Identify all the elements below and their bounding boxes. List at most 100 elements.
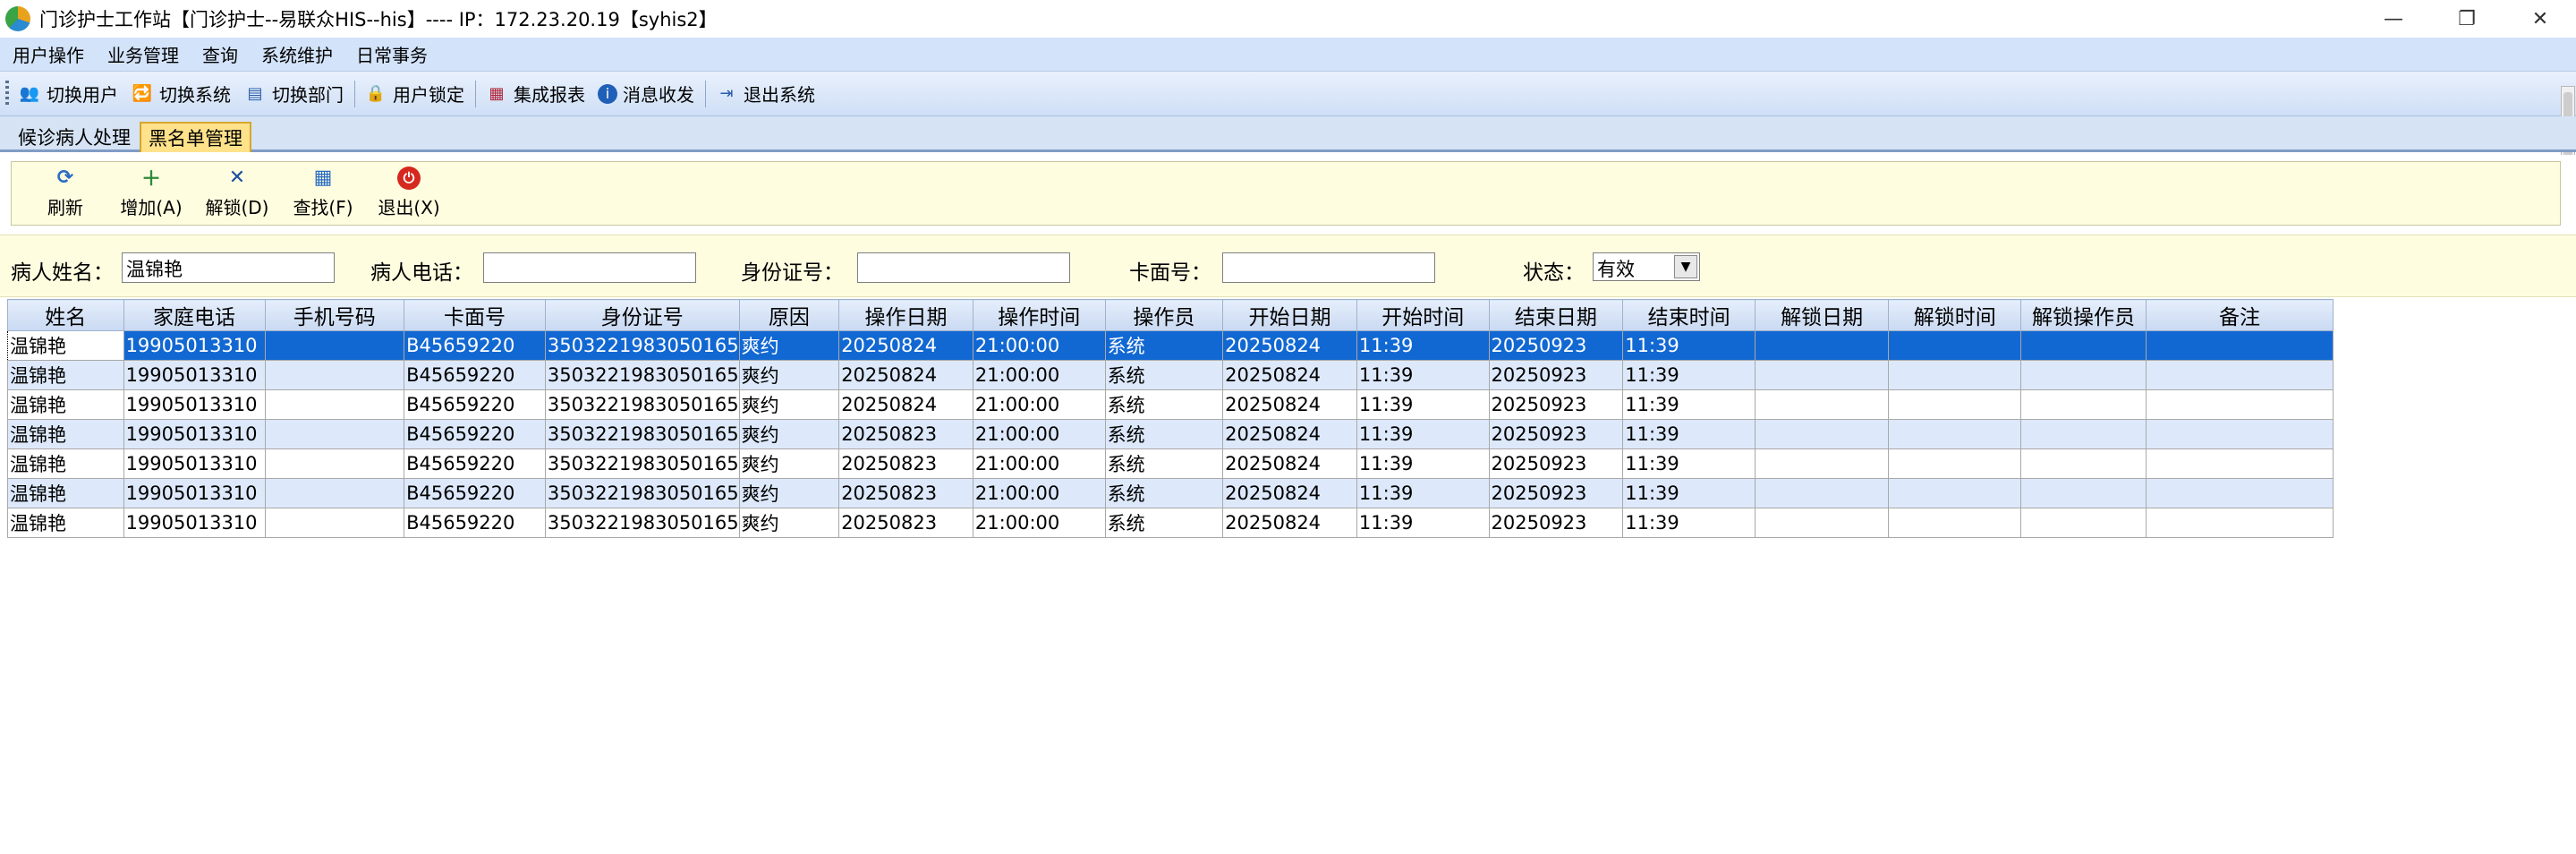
switch-system-button[interactable]: 🔁 切换系统 [131,81,231,107]
table-cell[interactable]: 21:00:00 [972,448,1106,479]
table-cell[interactable]: B45659220 [404,389,546,420]
column-header[interactable]: 结束日期 [1488,299,1624,331]
table-cell[interactable]: 爽约 [738,478,840,508]
table-cell[interactable] [1754,389,1890,420]
table-cell[interactable]: 系统 [1104,508,1224,538]
table-cell[interactable]: B45659220 [404,330,546,361]
table-cell[interactable]: 20250923 [1488,419,1624,449]
table-cell[interactable] [264,419,405,449]
table-cell[interactable] [2020,448,2147,479]
table-cell[interactable]: 19905013310 [123,360,266,390]
table-row[interactable]: 温锦艳 19905013310 B45659220 3503221983050165 爽… [7,360,2334,390]
table-cell[interactable]: 3503221983050165 [544,448,740,479]
table-cell[interactable] [2020,330,2147,361]
table-cell[interactable]: B45659220 [404,478,546,508]
table-cell[interactable]: 20250923 [1488,508,1624,538]
table-cell[interactable]: 11:39 [1622,360,1756,390]
exit-system-button[interactable]: ⇥ 退出系统 [715,81,815,107]
table-cell[interactable]: 温锦艳 [7,330,124,361]
restore-button[interactable]: ❐ [2430,0,2504,38]
table-cell[interactable]: 20250923 [1488,448,1624,479]
table-cell[interactable]: 20250823 [838,419,973,449]
table-row[interactable]: 温锦艳 19905013310 B45659220 3503221983050165 爽… [7,508,2334,538]
table-cell[interactable] [1754,360,1890,390]
table-cell[interactable] [2145,389,2334,420]
table-cell[interactable] [264,508,405,538]
menu-user-ops[interactable]: 用户操作 [13,41,84,67]
menu-daily[interactable]: 日常事务 [356,41,428,67]
table-cell[interactable]: 系统 [1104,448,1224,479]
table-cell[interactable]: 20250923 [1488,478,1624,508]
column-header[interactable]: 家庭电话 [123,299,266,331]
table-cell[interactable]: 温锦艳 [7,419,124,449]
table-cell[interactable]: 11:39 [1356,360,1490,390]
table-cell[interactable]: 11:39 [1356,448,1490,479]
unlock-button[interactable]: ✕ 解锁(D) [194,164,280,225]
table-cell[interactable]: 20250824 [838,330,973,361]
column-header[interactable]: 姓名 [7,299,124,331]
table-cell[interactable]: 11:39 [1356,478,1490,508]
table-cell[interactable]: B45659220 [404,448,546,479]
table-cell[interactable]: 20250824 [838,360,973,390]
table-cell[interactable] [2020,419,2147,449]
table-cell[interactable]: 11:39 [1622,478,1756,508]
chevron-down-icon[interactable]: ▼ [1674,255,1697,278]
column-header[interactable]: 操作员 [1104,299,1224,331]
table-cell[interactable]: 系统 [1104,419,1224,449]
table-cell[interactable]: 系统 [1104,360,1224,390]
tab-blacklist[interactable]: 黑名单管理 [140,122,251,152]
switch-dept-button[interactable]: ▤ 切换部门 [243,81,344,107]
status-select[interactable]: 有效 ▼ [1593,252,1700,281]
table-cell[interactable] [1754,448,1890,479]
column-header[interactable]: 开始时间 [1356,299,1490,331]
table-cell[interactable]: 20250823 [838,478,973,508]
tab-waiting-patients[interactable]: 候诊病人处理 [11,122,138,152]
find-button[interactable]: ▦ 查找(F) [280,164,366,225]
table-cell[interactable] [1888,419,2022,449]
table-cell[interactable]: 3503221983050165 [544,508,740,538]
table-cell[interactable] [1754,478,1890,508]
menu-query[interactable]: 查询 [202,41,238,67]
table-cell[interactable] [2020,389,2147,420]
table-cell[interactable]: 19905013310 [123,478,266,508]
table-cell[interactable] [264,478,405,508]
table-cell[interactable]: 20250824 [1222,360,1357,390]
table-cell[interactable]: 21:00:00 [972,360,1106,390]
message-button[interactable]: i 消息收发 [598,81,694,107]
table-cell[interactable]: 20250824 [1222,419,1357,449]
table-cell[interactable] [1754,419,1890,449]
switch-user-button[interactable]: 👥 切换用户 [18,81,118,107]
table-cell[interactable] [2145,448,2334,479]
table-cell[interactable]: 20250823 [838,448,973,479]
table-cell[interactable]: 21:00:00 [972,478,1106,508]
card-number-input[interactable] [1222,252,1435,283]
table-cell[interactable]: 11:39 [1622,419,1756,449]
table-cell[interactable]: 11:39 [1356,389,1490,420]
patient-phone-input[interactable] [483,252,696,283]
table-cell[interactable]: 温锦艳 [7,360,124,390]
close-button[interactable]: ✕ [2504,0,2576,38]
table-cell[interactable]: 19905013310 [123,508,266,538]
table-row[interactable]: 温锦艳 19905013310 B45659220 3503221983050165 爽… [7,389,2334,420]
column-header[interactable]: 解锁时间 [1888,299,2022,331]
table-cell[interactable]: 系统 [1104,389,1224,420]
table-cell[interactable] [264,389,405,420]
table-row[interactable]: 温锦艳 19905013310 B45659220 3503221983050165 爽… [7,330,2334,361]
toolbar-grip[interactable] [5,80,9,107]
table-cell[interactable]: 11:39 [1622,508,1756,538]
table-cell[interactable]: 20250824 [1222,389,1357,420]
table-cell[interactable] [2020,508,2147,538]
table-cell[interactable]: 20250824 [1222,448,1357,479]
table-cell[interactable]: 21:00:00 [972,330,1106,361]
table-cell[interactable]: 19905013310 [123,330,266,361]
column-header[interactable]: 卡面号 [404,299,546,331]
minimize-button[interactable]: — [2357,0,2430,38]
table-row[interactable]: 温锦艳 19905013310 B45659220 3503221983050165 爽… [7,448,2334,479]
table-cell[interactable]: 3503221983050165 [544,478,740,508]
table-cell[interactable] [2020,360,2147,390]
column-header[interactable]: 操作日期 [838,299,973,331]
patient-name-input[interactable]: 温锦艳 [122,252,335,283]
table-cell[interactable]: B45659220 [404,419,546,449]
table-cell[interactable]: 20250824 [1222,330,1357,361]
menu-system[interactable]: 系统维护 [261,41,333,67]
